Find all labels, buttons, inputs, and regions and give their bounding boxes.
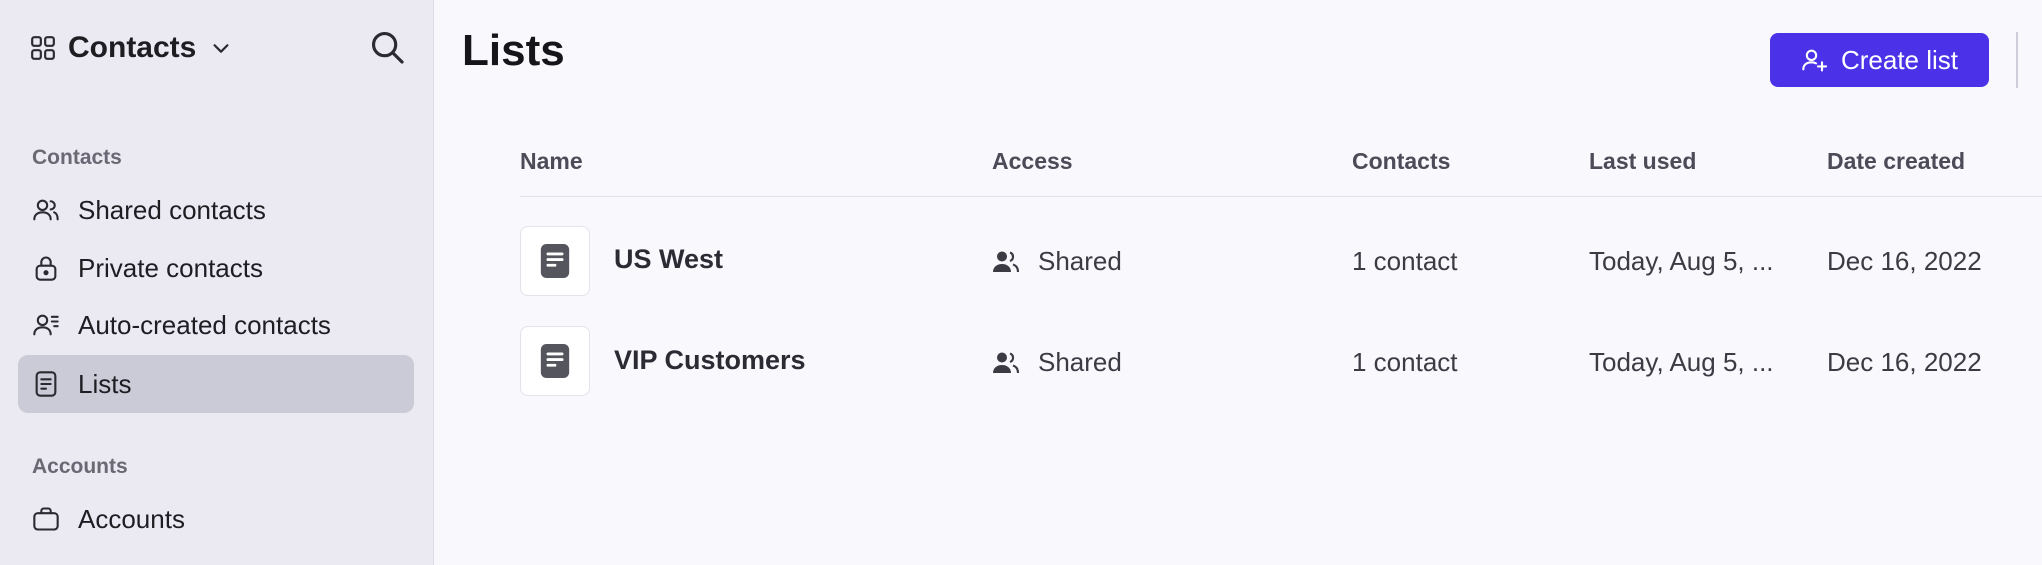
last-used: Today, Aug 5, ... [1589, 246, 1774, 276]
create-list-label: Create list [1840, 44, 1959, 75]
access-label: Shared [1038, 347, 1122, 377]
access-label: Shared [1038, 246, 1122, 276]
table-row[interactable]: US West Shared 1 contact Today, Aug 5, .… [0, 216, 2042, 306]
briefcase-icon [33, 507, 59, 531]
create-list-button[interactable]: Create list [1770, 33, 1989, 87]
section-label-accounts: Accounts [32, 455, 128, 478]
document-icon [540, 244, 570, 278]
list-icon-tile [520, 326, 590, 396]
date-created: Dec 16, 2022 [1827, 347, 1982, 377]
contacts-count: 1 contact [1352, 347, 1458, 377]
grid-icon [31, 36, 55, 60]
last-used: Today, Aug 5, ... [1589, 347, 1774, 377]
list-name[interactable]: US West [614, 244, 723, 275]
column-header-access[interactable]: Access [992, 148, 1073, 175]
section-label-contacts: Contacts [32, 146, 122, 169]
table-row[interactable]: VIP Customers Shared 1 contact Today, Au… [0, 317, 2042, 407]
sidebar-item-accounts[interactable]: Accounts [18, 490, 414, 548]
chevron-down-icon [213, 44, 229, 53]
users-icon [993, 351, 1020, 373]
header-divider [520, 196, 2042, 197]
page-title: Lists [462, 26, 565, 75]
contacts-count: 1 contact [1352, 246, 1458, 276]
app-title: Contacts [68, 31, 197, 64]
column-header-contacts[interactable]: Contacts [1352, 148, 1450, 175]
date-created: Dec 16, 2022 [1827, 246, 1982, 276]
toolbar-divider [2016, 32, 2018, 88]
column-header-last-used[interactable]: Last used [1589, 148, 1696, 175]
column-header-date-created[interactable]: Date created [1827, 148, 1965, 175]
access-cell: Shared [992, 347, 1122, 378]
list-name[interactable]: VIP Customers [614, 345, 806, 376]
add-user-icon [1802, 49, 1828, 72]
document-icon [540, 344, 570, 378]
app-switcher[interactable]: Contacts [30, 28, 232, 68]
search-icon[interactable] [368, 28, 406, 66]
sidebar-item-label: Accounts [78, 503, 185, 534]
column-header-name[interactable]: Name [520, 148, 583, 175]
list-icon-tile [520, 226, 590, 296]
users-icon [993, 250, 1020, 272]
access-cell: Shared [992, 246, 1122, 277]
